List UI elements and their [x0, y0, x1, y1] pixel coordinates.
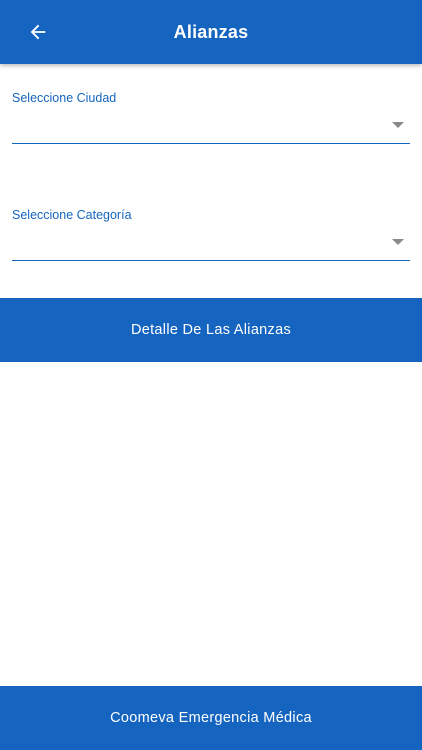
app-bar: Alianzas	[0, 0, 422, 64]
detail-alliances-button[interactable]: Detalle De Las Alianzas	[0, 298, 422, 362]
dropdown-arrow-icon	[392, 122, 404, 128]
city-dropdown[interactable]	[12, 107, 410, 144]
category-label: Seleccione Categoría	[12, 208, 132, 222]
dropdown-arrow-icon	[392, 239, 404, 245]
page-title: Alianzas	[173, 22, 249, 42]
footer-brand: Coomeva Emergencia Médica	[0, 686, 422, 750]
city-label: Seleccione Ciudad	[12, 91, 117, 105]
category-dropdown[interactable]	[12, 224, 410, 261]
